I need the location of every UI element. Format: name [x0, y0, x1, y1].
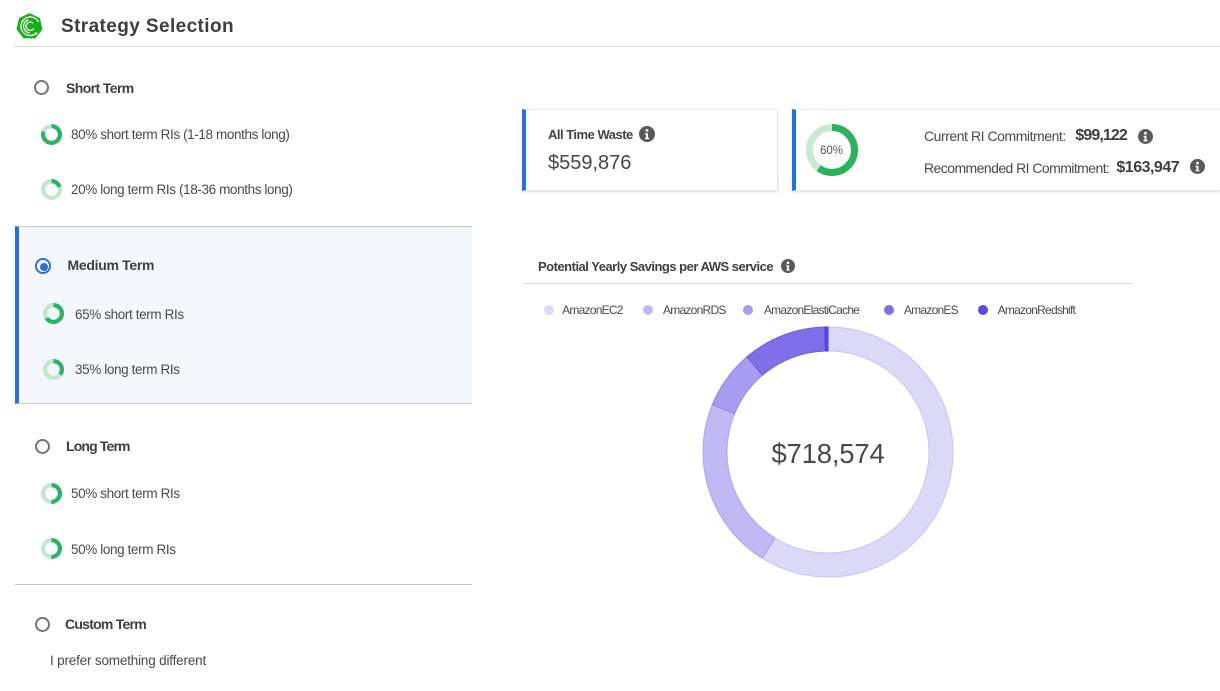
svg-text:60%: 60%: [820, 145, 843, 157]
